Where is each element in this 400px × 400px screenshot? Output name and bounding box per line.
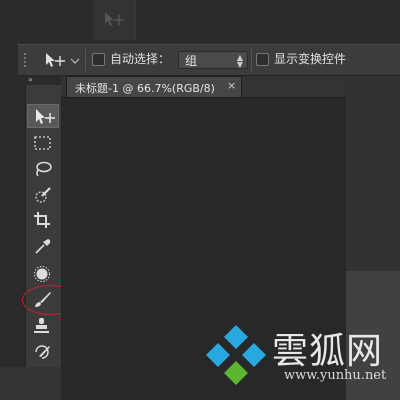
- move-icon: [36, 109, 55, 124]
- auto-select-checkbox[interactable]: [92, 53, 105, 66]
- tool-preset-picker[interactable]: [44, 52, 80, 72]
- lasso-icon: [36, 161, 52, 177]
- right-panel-area: [346, 76, 400, 271]
- workspace-background: [0, 367, 61, 400]
- quick-select-tool[interactable]: [27, 183, 59, 207]
- dropdown-value: 组: [185, 54, 198, 68]
- watermark-logo-icon: [204, 323, 268, 391]
- auto-select-label: 自动选择：: [110, 52, 171, 66]
- eyedropper-icon: [35, 239, 51, 254]
- stamp-icon: [34, 318, 49, 333]
- options-bar-gripper[interactable]: [24, 53, 28, 67]
- move-icon: [46, 53, 80, 67]
- marquee-tool[interactable]: [27, 131, 59, 155]
- quick-select-icon: [35, 187, 51, 203]
- watermark-brand: 雲狐网: [272, 331, 384, 372]
- eyedropper-tool[interactable]: [27, 234, 59, 258]
- toolbox-collapse-toggle[interactable]: »: [25, 75, 61, 85]
- document-tab-bar: 未标题-1 @ 66.7%(RGB/8) ×: [61, 76, 346, 98]
- show-transform-controls-label: 显示变换控件: [274, 52, 347, 66]
- document-tab-title: 未标题-1 @ 66.7%(RGB/8): [75, 82, 215, 95]
- healing-icon: [34, 266, 50, 282]
- options-bar: 自动选择： 组 ▲ ▼ 显示变换控件: [18, 44, 400, 76]
- history-brush-tool[interactable]: [27, 340, 59, 364]
- crop-icon: [34, 212, 50, 228]
- show-transform-controls-checkbox[interactable]: [256, 53, 269, 66]
- watermark-url: www.yunhu.net: [284, 368, 387, 383]
- clone-stamp-tool[interactable]: [27, 314, 59, 338]
- auto-select-target-dropdown[interactable]: 组 ▲ ▼: [178, 51, 248, 69]
- floating-tool-ghost: [93, 0, 136, 40]
- crop-tool[interactable]: [27, 208, 59, 232]
- updown-arrow-icon: ▲ ▼: [236, 53, 244, 69]
- history-brush-icon: [35, 345, 50, 359]
- rect-marquee-icon: [34, 136, 51, 150]
- separator: [251, 49, 252, 71]
- move-icon: [105, 12, 124, 26]
- close-icon[interactable]: ×: [227, 79, 236, 92]
- document-tab[interactable]: 未标题-1 @ 66.7%(RGB/8) ×: [66, 76, 242, 97]
- separator: [85, 49, 86, 71]
- healing-brush-tool[interactable]: [27, 262, 59, 286]
- lasso-tool[interactable]: [27, 157, 59, 181]
- move-tool[interactable]: [27, 104, 59, 128]
